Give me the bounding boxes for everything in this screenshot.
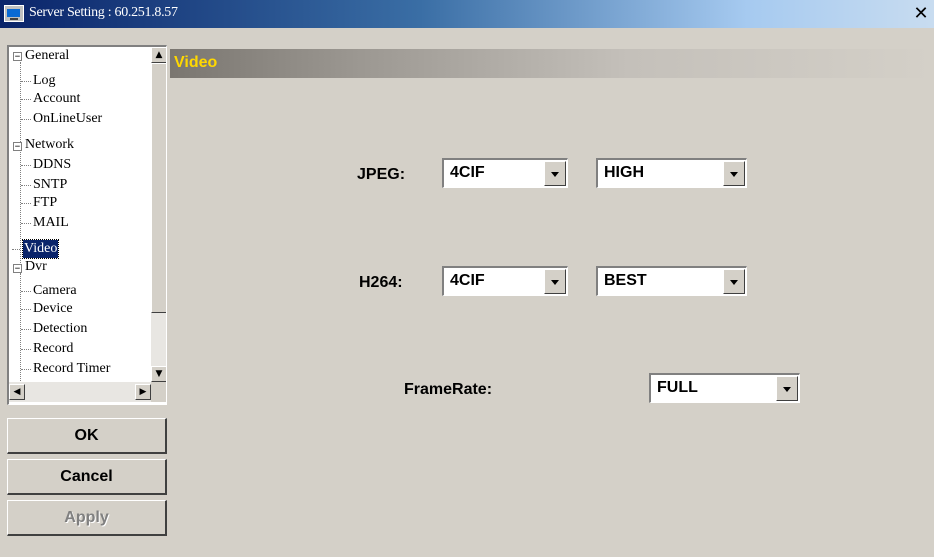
window-title: Server Setting : 60.251.8.57 <box>29 5 178 20</box>
framerate-label: FrameRate: <box>404 381 493 398</box>
collapse-icon[interactable]: − <box>13 264 22 274</box>
tree-item-record-timer[interactable]: Record Timer <box>33 360 110 378</box>
tree-item-detection[interactable]: Detection <box>33 320 87 338</box>
tree-item-camera[interactable]: Camera <box>33 282 77 300</box>
tree-line <box>20 152 21 267</box>
tree-item-device[interactable]: Device <box>33 300 73 318</box>
tree-item-account[interactable]: Account <box>33 90 80 108</box>
h264-quality-select[interactable]: BEST <box>596 266 747 296</box>
tree-item-video[interactable]: Video <box>21 239 60 259</box>
h264-label: H264: <box>359 274 403 291</box>
vertical-scrollbar[interactable]: ▲ ▼ <box>151 47 166 382</box>
title-bar: Server Setting : 60.251.8.57 ✕ <box>0 0 934 28</box>
horizontal-scrollbar[interactable]: ◀ ▶ <box>9 382 151 402</box>
collapse-icon[interactable]: − <box>13 52 22 62</box>
tree-item-log[interactable]: Log <box>33 72 56 90</box>
scroll-right-icon[interactable]: ▶ <box>135 384 151 400</box>
dropdown-arrow-icon[interactable] <box>723 269 745 294</box>
h264-quality-value: BEST <box>604 272 647 289</box>
ok-button[interactable]: OK <box>7 418 167 454</box>
framerate-value: FULL <box>657 379 698 396</box>
app-icon <box>4 5 24 22</box>
tree-line <box>20 273 21 383</box>
framerate-select[interactable]: FULL <box>649 373 800 403</box>
jpeg-label: JPEG: <box>357 166 406 183</box>
jpeg-quality-value: HIGH <box>604 164 644 181</box>
dropdown-arrow-icon[interactable] <box>544 161 566 186</box>
panel-header: Video <box>170 49 934 78</box>
tree-item-network[interactable]: Network <box>25 136 74 154</box>
tree-item-sntp[interactable]: SNTP <box>33 176 67 194</box>
tree-item-ddns[interactable]: DDNS <box>33 156 71 174</box>
scrollbar-corner <box>151 382 166 402</box>
jpeg-resolution-value: 4CIF <box>450 164 485 181</box>
tree-item-onlineuser[interactable]: OnLineUser <box>33 110 102 128</box>
close-button[interactable]: ✕ <box>911 4 931 24</box>
scroll-thumb[interactable] <box>151 63 166 313</box>
settings-tree[interactable]: − General Log Account OnLineUser − Netwo… <box>7 45 167 405</box>
dropdown-arrow-icon[interactable] <box>723 161 745 186</box>
tree-line <box>20 62 21 146</box>
scroll-up-icon[interactable]: ▲ <box>151 47 166 63</box>
dropdown-arrow-icon[interactable] <box>776 376 798 401</box>
h264-resolution-value: 4CIF <box>450 272 485 289</box>
tree-item-mail[interactable]: MAIL <box>33 214 69 232</box>
tree-item-dvr[interactable]: Dvr <box>25 258 47 276</box>
jpeg-quality-select[interactable]: HIGH <box>596 158 747 188</box>
tree-item-ftp[interactable]: FTP <box>33 194 57 212</box>
dropdown-arrow-icon[interactable] <box>544 269 566 294</box>
scroll-down-icon[interactable]: ▼ <box>151 366 166 382</box>
jpeg-resolution-select[interactable]: 4CIF <box>442 158 568 188</box>
h264-resolution-select[interactable]: 4CIF <box>442 266 568 296</box>
panel-title: Video <box>174 54 218 71</box>
apply-button[interactable]: Apply <box>7 500 167 536</box>
cancel-button[interactable]: Cancel <box>7 459 167 495</box>
tree-item-record[interactable]: Record <box>33 340 73 358</box>
collapse-icon[interactable]: − <box>13 142 22 152</box>
tree-item-general[interactable]: General <box>25 47 69 65</box>
scroll-left-icon[interactable]: ◀ <box>9 384 25 400</box>
